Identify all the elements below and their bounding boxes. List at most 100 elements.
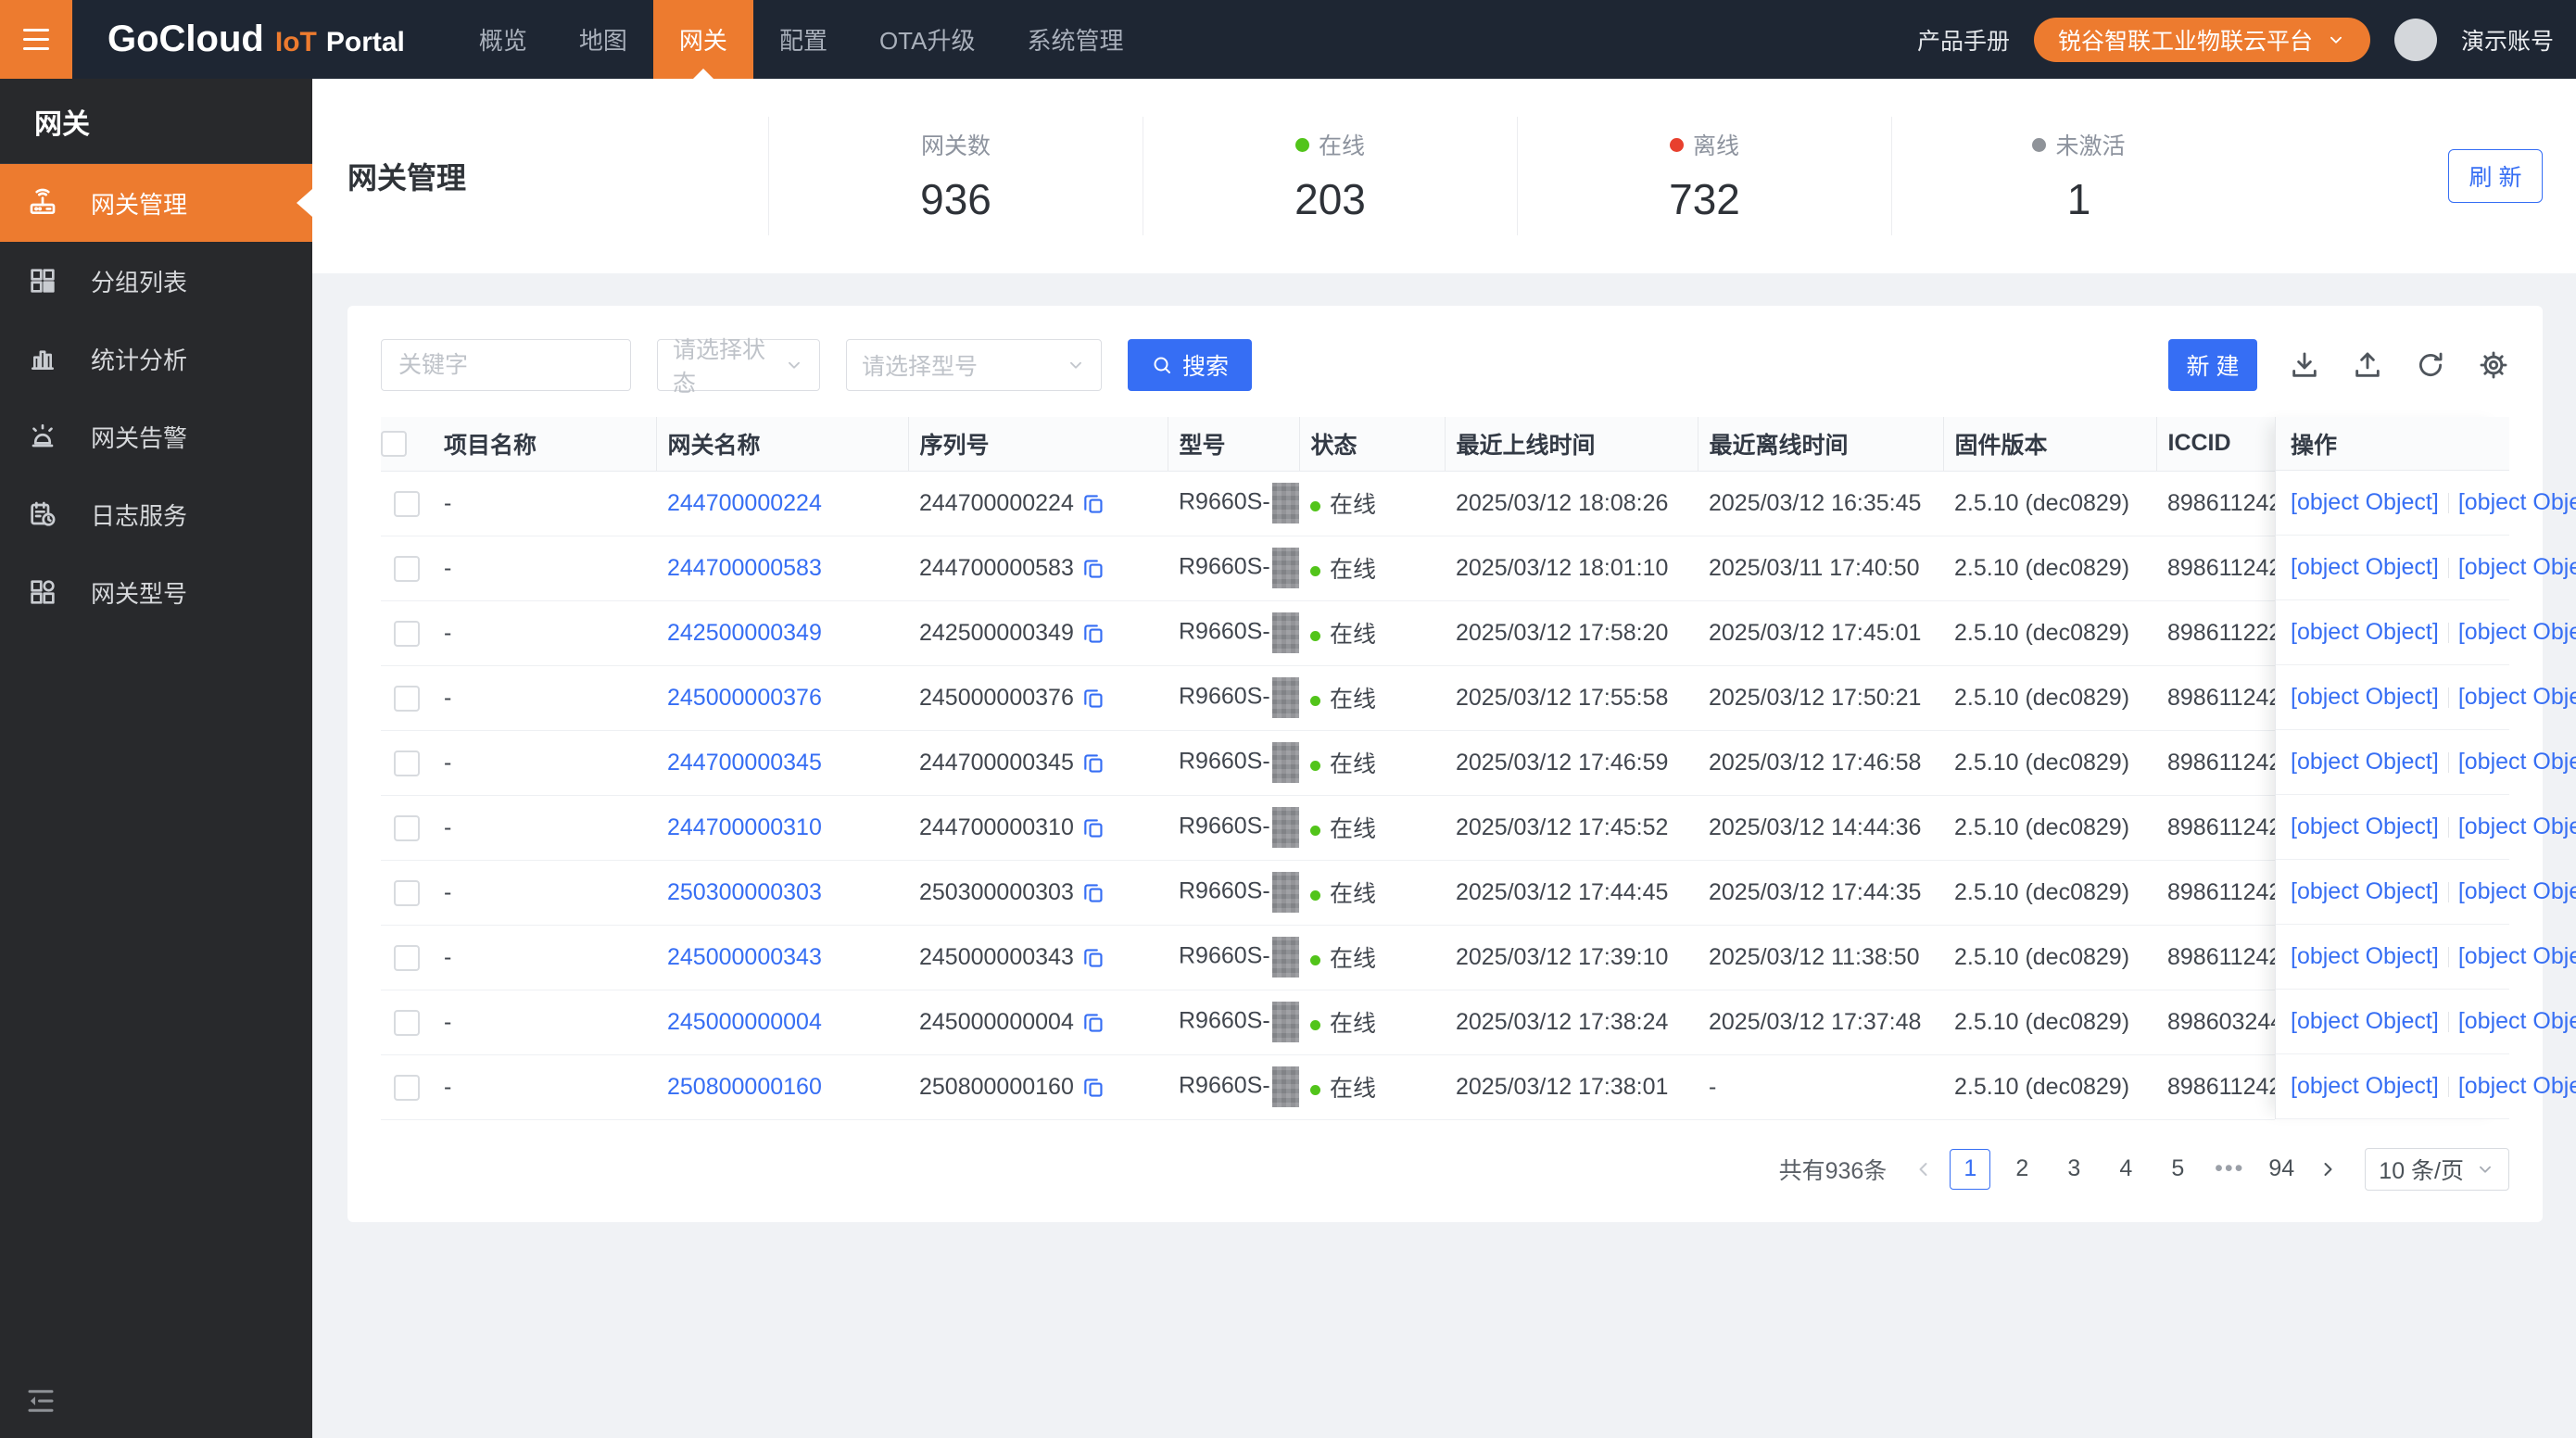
action-link[interactable]: [object Object] xyxy=(2291,489,2458,516)
nav-item[interactable]: 系统管理 xyxy=(1001,0,1149,79)
row-checkbox[interactable] xyxy=(394,879,420,906)
copy-icon[interactable] xyxy=(1081,556,1105,580)
gateway-name-link[interactable]: 245000000004 xyxy=(667,1009,822,1035)
row-checkbox[interactable] xyxy=(394,685,420,712)
page-number[interactable]: 1 xyxy=(1950,1148,1991,1190)
avatar[interactable] xyxy=(2393,18,2437,61)
page-number[interactable]: ••• xyxy=(2209,1149,2250,1190)
col-operations: 操作 xyxy=(2276,417,2509,471)
sidebar-item[interactable]: 分组列表 xyxy=(0,242,312,320)
copy-icon[interactable] xyxy=(1081,1075,1105,1099)
product-manual-link[interactable]: 产品手册 xyxy=(1917,23,2010,57)
nav-item[interactable]: 地图 xyxy=(553,0,653,79)
collapse-sidebar-icon[interactable] xyxy=(24,1384,57,1418)
row-checkbox[interactable] xyxy=(394,1074,420,1101)
action-link[interactable]: [object Object] xyxy=(2458,1073,2576,1100)
action-link[interactable]: [object Object] xyxy=(2291,554,2458,581)
platform-selector[interactable]: 锐谷智联工业物联云平台 xyxy=(2033,17,2370,62)
nav-item[interactable]: 配置 xyxy=(753,0,853,79)
row-checkbox[interactable] xyxy=(394,1009,420,1036)
gateway-name-link[interactable]: 244700000345 xyxy=(667,750,822,776)
page-number[interactable]: 2 xyxy=(2001,1149,2042,1190)
action-link[interactable]: [object Object] xyxy=(2458,749,2576,776)
copy-icon[interactable] xyxy=(1081,751,1105,775)
page-header: 网关管理 网关数 936 在线 203 离线 732 未激活 1 刷 新 xyxy=(312,79,2576,273)
action-link[interactable]: [object Object] xyxy=(2458,814,2576,840)
gateway-name-link[interactable]: 244700000310 xyxy=(667,814,822,840)
action-link[interactable]: [object Object] xyxy=(2291,1008,2458,1035)
page-number[interactable]: 3 xyxy=(2053,1149,2094,1190)
gateway-name-link[interactable]: 250800000160 xyxy=(667,1074,822,1100)
stat-label-row: 未激活 xyxy=(2032,128,2126,161)
gateway-name-link[interactable]: 244700000583 xyxy=(667,555,822,581)
action-link[interactable]: [object Object] xyxy=(2291,619,2458,646)
row-checkbox[interactable] xyxy=(394,555,420,582)
sidebar-item[interactable]: 网关型号 xyxy=(0,553,312,631)
copy-icon[interactable] xyxy=(1081,621,1105,645)
sidebar-item[interactable]: 统计分析 xyxy=(0,320,312,397)
row-actions: [object Object] [object Object] [object … xyxy=(2276,536,2576,600)
status-select[interactable]: 请选择状态 xyxy=(657,337,820,397)
sidebar-item[interactable]: 日志服务 xyxy=(0,475,312,553)
sidebar-item[interactable]: 网关告警 xyxy=(0,397,312,475)
row-checkbox[interactable] xyxy=(394,490,420,517)
action-link[interactable]: [object Object] xyxy=(2291,814,2458,840)
table-row: - 245000000004 245000000004 R9660S- 在线 2… xyxy=(381,990,2275,1055)
gateway-name-link[interactable]: 245000000376 xyxy=(667,685,822,711)
sidebar-item[interactable]: 网关管理 xyxy=(0,164,312,242)
stat-value: 732 xyxy=(1669,175,1740,223)
nav-item[interactable]: 网关 xyxy=(652,0,753,79)
next-page-button[interactable] xyxy=(2307,1149,2348,1190)
download-icon[interactable] xyxy=(2289,349,2320,381)
gateway-name-link[interactable]: 250300000303 xyxy=(667,879,822,905)
copy-icon[interactable] xyxy=(1081,880,1105,904)
hamburger-menu-icon[interactable] xyxy=(0,0,72,79)
row-checkbox[interactable] xyxy=(394,750,420,776)
refresh-icon[interactable] xyxy=(2415,349,2446,381)
keyword-input[interactable] xyxy=(381,339,631,391)
page-number[interactable]: 94 xyxy=(2261,1149,2302,1190)
copy-icon[interactable] xyxy=(1081,686,1105,710)
search-button[interactable]: 搜索 xyxy=(1128,339,1252,391)
logo-text-portal: Portal xyxy=(325,27,405,57)
action-link[interactable]: [object Object] xyxy=(2291,878,2458,905)
upload-icon[interactable] xyxy=(2352,349,2383,381)
stat-block: 网关数 936 xyxy=(768,117,1143,235)
action-link[interactable]: [object Object] xyxy=(2458,619,2576,646)
gateway-name-link[interactable]: 242500000349 xyxy=(667,620,822,646)
row-checkbox[interactable] xyxy=(394,944,420,971)
gateway-name-link[interactable]: 245000000343 xyxy=(667,944,822,970)
page-size-select[interactable]: 10 条/页 xyxy=(2365,1147,2509,1191)
page-number[interactable]: 5 xyxy=(2157,1149,2198,1190)
nav-item[interactable]: OTA升级 xyxy=(853,0,1002,79)
copy-icon[interactable] xyxy=(1081,1010,1105,1034)
offline-time-cell: 2025/03/12 11:38:50 xyxy=(1698,925,1943,990)
action-link[interactable]: [object Object] xyxy=(2458,489,2576,516)
action-link[interactable]: [object Object] xyxy=(2458,943,2576,970)
action-link[interactable]: [object Object] xyxy=(2458,554,2576,581)
online-status-dot xyxy=(1310,761,1320,771)
action-link[interactable]: [object Object] xyxy=(2458,684,2576,711)
copy-icon[interactable] xyxy=(1081,815,1105,839)
model-select[interactable]: 请选择型号 xyxy=(846,339,1102,391)
action-link[interactable]: [object Object] xyxy=(2291,943,2458,970)
row-checkbox[interactable] xyxy=(394,814,420,841)
action-link[interactable]: [object Object] xyxy=(2458,1008,2576,1035)
gateway-name-link[interactable]: 244700000224 xyxy=(667,490,822,516)
prev-page-button[interactable] xyxy=(1903,1149,1944,1190)
select-all-checkbox[interactable] xyxy=(381,431,407,458)
nav-item[interactable]: 概览 xyxy=(453,0,553,79)
copy-icon[interactable] xyxy=(1081,945,1105,969)
action-link[interactable]: [object Object] xyxy=(2291,1073,2458,1100)
action-link[interactable]: [object Object] xyxy=(2291,749,2458,776)
action-link[interactable]: [object Object] xyxy=(2458,878,2576,905)
chevron-down-icon xyxy=(2475,1159,2495,1179)
gear-icon[interactable] xyxy=(2478,349,2509,381)
row-checkbox[interactable] xyxy=(394,620,420,647)
action-link[interactable]: [object Object] xyxy=(2291,684,2458,711)
refresh-button[interactable]: 刷 新 xyxy=(2448,149,2543,203)
create-button[interactable]: 新 建 xyxy=(2168,339,2257,391)
page-number[interactable]: 4 xyxy=(2105,1149,2146,1190)
project-cell: - xyxy=(433,860,656,926)
copy-icon[interactable] xyxy=(1081,491,1105,515)
